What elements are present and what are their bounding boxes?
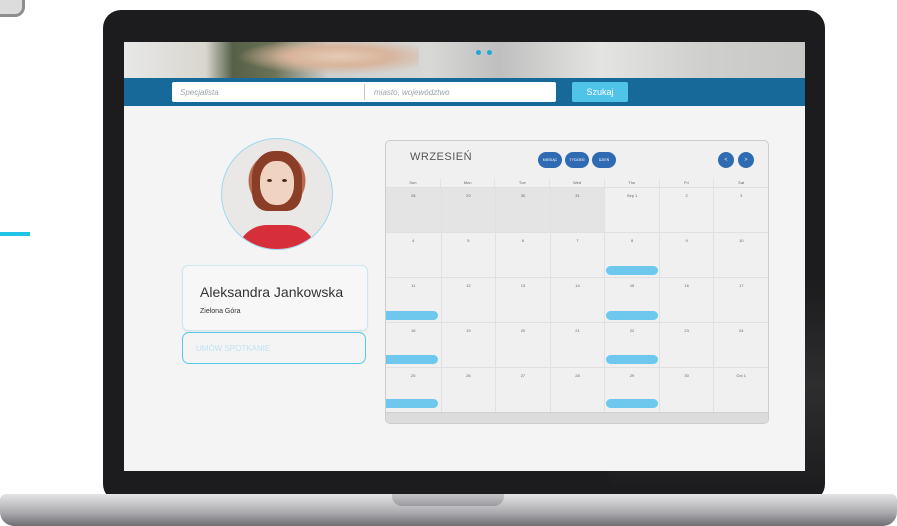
weekday-label: Fri [658, 179, 714, 187]
search-bar: Szukaj [124, 78, 805, 106]
calendar-day[interactable]: 31 [549, 187, 605, 232]
avatar-eyes [267, 179, 287, 182]
calendar-month-title: WRZESIEŃ [410, 151, 473, 163]
calendar-nav: < > [718, 152, 754, 168]
calendar-day[interactable]: 21 [549, 322, 605, 367]
calendar-day[interactable]: 20 [495, 322, 550, 367]
calendar-day[interactable]: 19 [440, 322, 496, 367]
calendar: WRZESIEŃ MIESIĄC TYDZIEŃ DZIEŃ < > Sun M… [385, 140, 769, 424]
avatar-shirt [237, 225, 317, 249]
calendar-footer [386, 412, 768, 423]
avatar-face [260, 161, 294, 205]
weekday-header: Sun Mon Tue Wed Thu Fri Sat [386, 179, 768, 187]
hero-photo [219, 42, 419, 78]
specialist-input[interactable] [172, 82, 364, 102]
calendar-day[interactable]: Sep 1 [604, 187, 659, 232]
slider-dot[interactable] [476, 50, 481, 55]
calendar-day[interactable]: 14 [549, 277, 605, 322]
profile-card: Aleksandra Jankowska Zielona Góra [182, 265, 368, 331]
calendar-day[interactable]: 13 [495, 277, 550, 322]
slider-dot[interactable] [487, 50, 492, 55]
search-box [172, 82, 556, 102]
calendar-grid: 28 29 30 31 Sep 1 2 3 4 5 6 7 8 9 10 11 … [386, 187, 768, 412]
calendar-day[interactable]: 27 [495, 367, 550, 412]
calendar-day[interactable]: 17 [713, 277, 768, 322]
calendar-view-switcher: MIESIĄC TYDZIEŃ DZIEŃ [538, 152, 616, 168]
book-appointment-button[interactable]: UMÓW SPOTKANIE [182, 332, 366, 364]
calendar-day[interactable]: 28 [549, 367, 605, 412]
calendar-day[interactable]: 28 [386, 187, 441, 232]
calendar-day[interactable]: 2 [658, 187, 714, 232]
calendar-day[interactable]: 3 [713, 187, 768, 232]
calendar-event[interactable] [606, 266, 658, 275]
view-day-button[interactable]: DZIEŃ [592, 152, 616, 168]
corner-decoration [0, 0, 25, 17]
laptop-notch [392, 494, 504, 506]
next-month-button[interactable]: > [738, 152, 754, 168]
calendar-day[interactable]: Oct 1 [713, 367, 768, 412]
calendar-event[interactable] [606, 311, 658, 320]
calendar-day[interactable]: 5 [440, 232, 496, 277]
calendar-day[interactable]: 29 [440, 187, 496, 232]
calendar-day[interactable]: 6 [495, 232, 550, 277]
slider-dots[interactable] [476, 42, 516, 55]
search-divider [364, 84, 365, 100]
calendar-day[interactable]: 24 [713, 322, 768, 367]
weekday-label: Sat [713, 179, 768, 187]
calendar-event[interactable] [606, 355, 658, 364]
weekday-label: Mon [439, 179, 495, 187]
calendar-day[interactable]: 9 [658, 232, 714, 277]
calendar-day[interactable]: 7 [549, 232, 605, 277]
app-screen: Szukaj Aleksandra Jankowska Zielona Góra… [124, 42, 805, 471]
search-button[interactable]: Szukaj [572, 82, 628, 102]
calendar-day[interactable]: 30 [658, 367, 714, 412]
calendar-event[interactable] [386, 399, 438, 408]
view-month-button[interactable]: MIESIĄC [538, 152, 562, 168]
calendar-event[interactable] [386, 355, 438, 364]
location-input[interactable] [366, 82, 556, 102]
view-week-button[interactable]: TYDZIEŃ [565, 152, 589, 168]
calendar-day[interactable]: 23 [658, 322, 714, 367]
avatar [221, 138, 333, 250]
profile-city: Zielona Góra [200, 308, 241, 315]
weekday-label: Wed [549, 179, 604, 187]
profile-name: Aleksandra Jankowska [200, 284, 344, 300]
calendar-day[interactable]: 26 [440, 367, 496, 412]
calendar-event[interactable] [606, 399, 658, 408]
prev-month-button[interactable]: < [718, 152, 734, 168]
weekday-label: Thu [603, 179, 659, 187]
accent-dash [0, 232, 30, 236]
calendar-day[interactable]: 12 [440, 277, 496, 322]
calendar-day[interactable]: 16 [658, 277, 714, 322]
laptop-base [0, 494, 897, 526]
calendar-day[interactable]: 30 [495, 187, 550, 232]
calendar-day[interactable]: 4 [386, 232, 441, 277]
weekday-label: Sun [409, 180, 417, 185]
calendar-event[interactable] [386, 311, 438, 320]
weekday-label: Tue [494, 179, 549, 187]
calendar-day[interactable]: 10 [713, 232, 768, 277]
hero-banner [124, 42, 805, 78]
